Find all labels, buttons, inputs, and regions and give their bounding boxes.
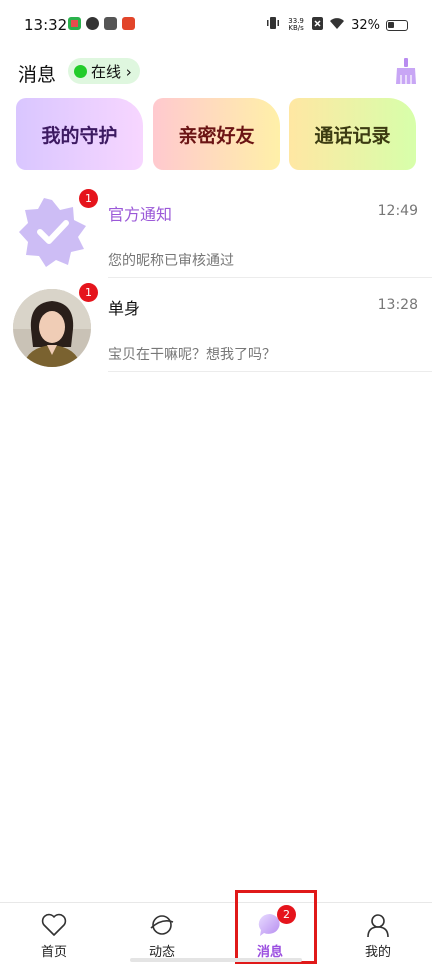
- sender-name: 官方通知: [108, 205, 173, 224]
- avatar: [13, 289, 91, 367]
- nav-moments[interactable]: 动态: [108, 903, 216, 964]
- my-guardian-card[interactable]: 我的守护: [16, 98, 143, 170]
- status-bar: 13:32 33.9 KB/s 32%: [0, 0, 432, 50]
- network-speed: 33.9 KB/s: [286, 18, 306, 32]
- sim-blocked-icon: [312, 16, 324, 34]
- network-speed-unit: KB/s: [288, 24, 304, 32]
- battery-icon: [386, 19, 408, 31]
- planet-icon: [150, 915, 174, 935]
- user-icon: [367, 914, 389, 938]
- bottom-nav: 首页 动态 2 消息 我的: [0, 902, 432, 964]
- user-photo-icon: [13, 289, 91, 367]
- status-time: 13:32: [24, 16, 68, 34]
- status-app-icons: [68, 17, 135, 30]
- list-item-chat[interactable]: 1 单身 13:28 宝贝在干嘛呢？想我了吗？: [0, 278, 432, 372]
- app-notification-icon: [68, 17, 81, 30]
- divider: [108, 371, 432, 372]
- call-records-card[interactable]: 通话记录: [289, 98, 416, 170]
- message-preview: 宝贝在干嘛呢？想我了吗？: [108, 347, 276, 363]
- sender-name: 单身: [108, 299, 141, 318]
- nav-home-label: 首页: [40, 945, 67, 960]
- verified-badge-icon: [19, 198, 86, 267]
- highlight-box: [235, 890, 317, 964]
- message-preview: 您的昵称已审核通过: [108, 253, 234, 269]
- list-item-official-notice[interactable]: 1 官方通知 12:49 您的昵称已审核通过: [0, 184, 432, 278]
- heart-icon: [41, 913, 67, 936]
- official-notice-avatar: [14, 194, 90, 270]
- online-status-label: 在线 ›: [91, 62, 132, 81]
- unread-badge: 1: [79, 283, 98, 302]
- battery-level: 32%: [351, 17, 380, 33]
- online-status-button[interactable]: 在线 ›: [68, 58, 140, 84]
- close-friends-card[interactable]: 亲密好友: [153, 98, 280, 170]
- app-notification-icon: [86, 17, 99, 30]
- app-notification-icon: [122, 17, 135, 30]
- page-title: 消息: [18, 64, 57, 86]
- wifi-icon: [329, 17, 345, 34]
- nav-mine[interactable]: 我的: [324, 903, 432, 964]
- status-indicators: 33.9 KB/s 32%: [266, 16, 408, 34]
- online-dot-icon: [74, 64, 87, 78]
- message-time: 12:49: [377, 203, 418, 219]
- vibrate-icon: [266, 16, 280, 34]
- app-notification-icon: [104, 17, 117, 30]
- broom-icon: [396, 58, 416, 84]
- clear-messages-button[interactable]: [394, 57, 418, 85]
- unread-badge: 1: [79, 189, 98, 208]
- nav-home[interactable]: 首页: [0, 903, 108, 964]
- home-indicator[interactable]: [130, 958, 302, 962]
- nav-mine-label: 我的: [364, 945, 391, 960]
- message-time: 13:28: [377, 297, 418, 313]
